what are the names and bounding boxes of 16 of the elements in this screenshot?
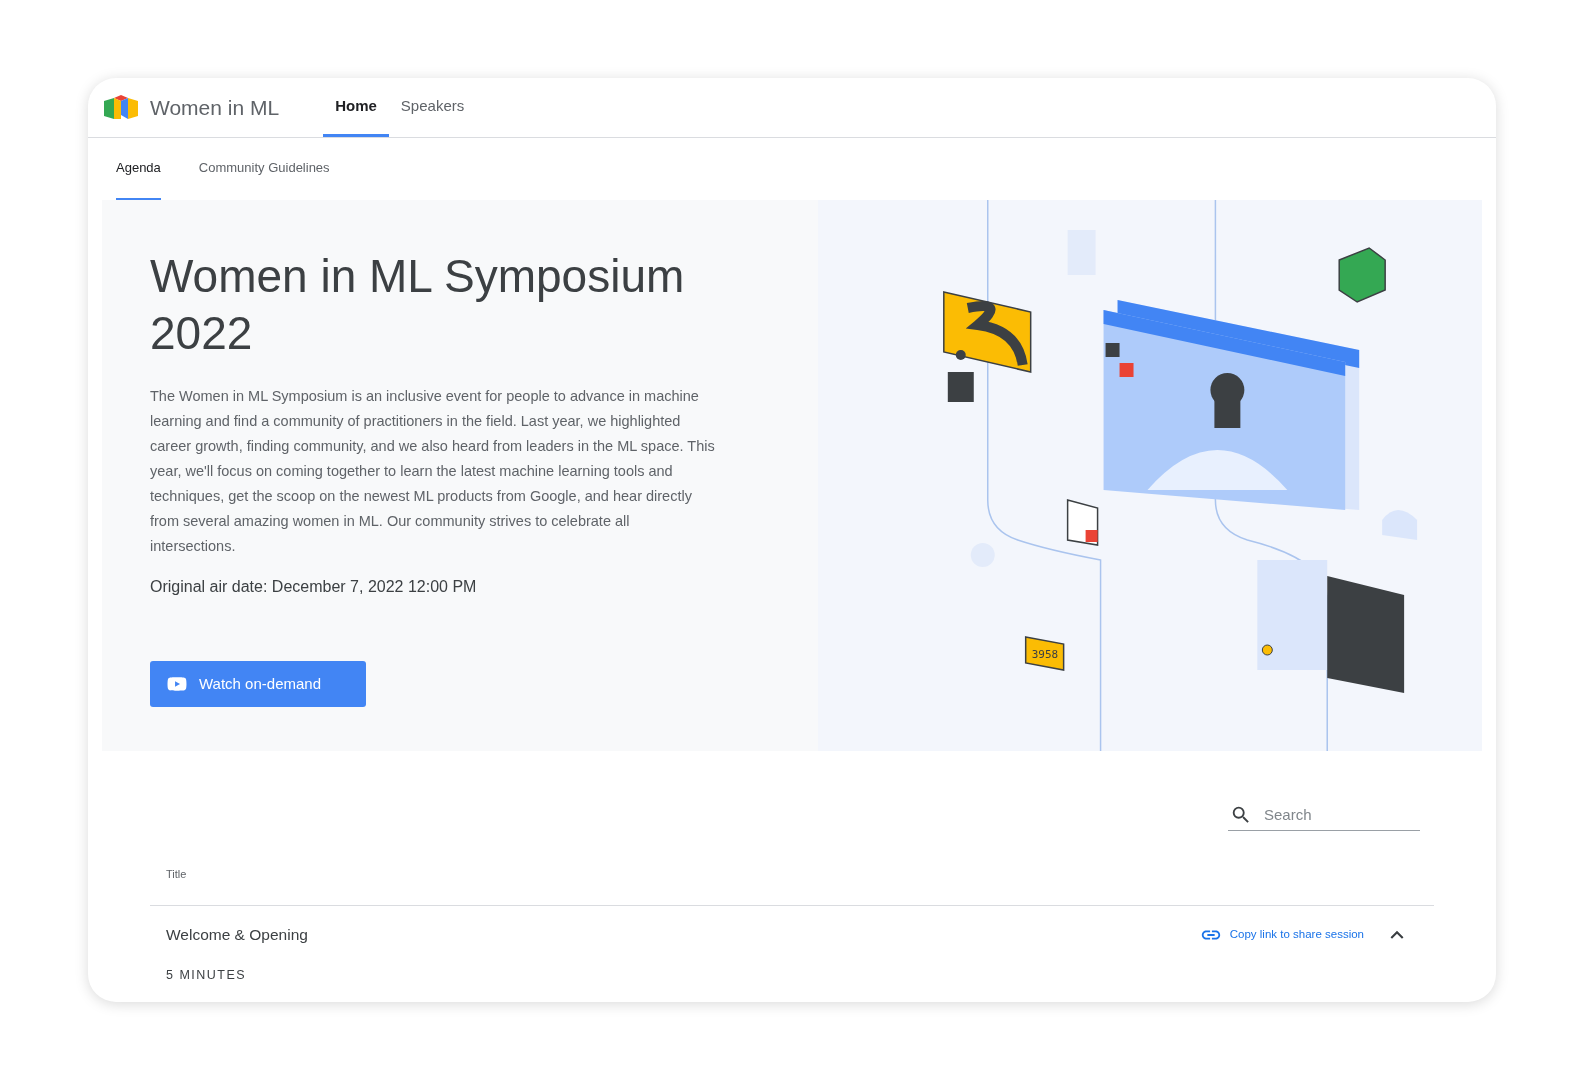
column-header: Title [166,868,187,880]
site-title: Women in ML [150,94,280,121]
logo-icon [102,94,140,121]
air-date: Original air date: December 7, 2022 12:00 PM [150,577,478,597]
session-duration: 5 MINUTES [166,967,248,984]
search-field[interactable]: Search [1264,800,1414,829]
tech-illustration-drawing: 3958 [818,200,1482,751]
hero-description: The Women in ML Symposium is an inclusive event for people to advance in machine learning and find a community of practitioners in the field. Last year, we highlighted career growth, finding community, and we also heard from leaders in the ML space. This year, we'll focus on coming together to learn the latest machine learning tools and techniques, get the scoop on the newest ML products from Google, and hear directly from several amazing women in ML. Our community strives to celebrate all intersections. [150,387,716,556]
nav-tab[interactable]: Speakers [388,78,477,137]
sub-tab[interactable]: Community Guidelines [198,138,330,200]
video-play-icon [167,674,187,694]
watch-button[interactable]: Watch on-demand [150,661,366,707]
copy-link[interactable]: Copy link to share session [1199,924,1364,946]
session-title: Welcome & Opening [166,925,308,946]
hero-title: Women in ML Symposium 2022 [150,249,686,361]
nav-tab[interactable]: Home [323,78,389,137]
